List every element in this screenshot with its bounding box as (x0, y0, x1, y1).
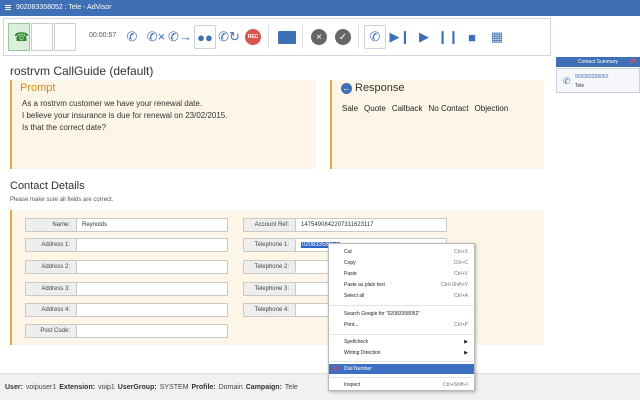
contact-summary-header: Contact Summary 📌 (556, 57, 640, 67)
phone-icon: ✆ (563, 76, 571, 86)
field-name: Name: Reynolds (25, 218, 228, 232)
menu-item-select-all[interactable]: Select all Ctrl+A (329, 291, 474, 301)
response-heading: ← Response (341, 82, 405, 94)
title-bar: 902083358052 : Tele - AdVisor (0, 0, 640, 16)
hangup-icon[interactable]: ✆× (145, 25, 167, 49)
field-account-ref: Account Ref: 14754908422073116231​17 (243, 218, 447, 232)
call-toolbar: 00:00:57 ✆ ✆× ✆→ ●● ✆↻ REC × ✓ ✆ ▶❙ ▶ ❙❙… (3, 18, 551, 56)
play-icon[interactable]: ▶ (413, 25, 435, 49)
window-title: 902083358052 : Tele - AdVisor (15, 4, 112, 11)
menu-icon[interactable] (5, 4, 11, 11)
schedule-icon[interactable]: ✆ (364, 25, 386, 49)
submenu-arrow-icon: ▶ (464, 350, 468, 356)
response-options: Sale Quote Callback No Contact Objection (342, 104, 508, 113)
field-address-3: Address 3: (25, 282, 228, 296)
menu-item-dial-number[interactable]: V Dial Number (329, 364, 474, 374)
pin-icon[interactable]: 📌 (630, 59, 636, 65)
menu-item-cut[interactable]: Cut Ctrl+X (329, 247, 474, 257)
field-address-2: Address 2: (25, 260, 228, 274)
callback-icon[interactable]: ✆↻ (218, 25, 240, 49)
transfer-icon[interactable]: ✆→ (168, 25, 192, 49)
stop-icon[interactable]: ■ (461, 25, 483, 49)
summary-name: Tele (575, 83, 585, 89)
next-icon[interactable]: ▶❙ (389, 25, 411, 49)
line-2-indicator[interactable] (31, 23, 53, 51)
address-4-input[interactable] (77, 303, 228, 317)
check-icon[interactable]: ✓ (332, 25, 354, 49)
menu-item-search-google[interactable]: Search Google for “02083358052” (329, 309, 474, 319)
contact-details-subtitle: Please make sure all fields are correct. (10, 197, 114, 203)
line-1-indicator[interactable] (8, 23, 30, 51)
prompt-heading: Prompt (20, 82, 56, 94)
contact-details-title: Contact Details (10, 180, 85, 192)
pause-icon[interactable]: ❙❙ (437, 25, 459, 49)
address-3-input[interactable] (77, 282, 228, 296)
field-address-4: Address 4: (25, 303, 228, 317)
menu-item-copy[interactable]: Copy Ctrl+C (329, 258, 474, 268)
callguide-title: rostrvm CallGuide (default) (10, 64, 154, 78)
cancel-icon[interactable]: × (308, 25, 330, 49)
name-input[interactable]: Reynolds (77, 218, 228, 232)
field-post-code: Post Code: (25, 324, 228, 338)
record-icon[interactable]: REC (242, 25, 264, 49)
calendar-icon[interactable]: ▦ (486, 25, 508, 49)
prompt-panel: Prompt As a rostrvm customer we have you… (10, 80, 316, 169)
summary-number: 902083358052 (575, 74, 609, 80)
response-option-sale[interactable]: Sale (342, 104, 358, 113)
menu-item-spellcheck[interactable]: Spellcheck ▶ (329, 337, 474, 347)
line-3-indicator[interactable] (54, 23, 76, 51)
submenu-arrow-icon: ▶ (464, 339, 468, 345)
response-option-quote[interactable]: Quote (364, 104, 386, 113)
post-code-input[interactable] (77, 324, 228, 338)
response-option-no-contact[interactable]: No Contact (429, 104, 469, 113)
address-2-input[interactable] (77, 260, 228, 274)
response-option-callback[interactable]: Callback (392, 104, 423, 113)
dialer-extension-icon: V (333, 365, 338, 373)
address-1-input[interactable] (77, 238, 228, 252)
menu-item-paste[interactable]: Paste Ctrl+V (329, 269, 474, 279)
email-icon[interactable] (276, 25, 298, 49)
conference-icon[interactable]: ●● (194, 25, 216, 49)
dial-icon[interactable]: ✆ (121, 25, 143, 49)
field-address-1: Address 1: (25, 238, 228, 252)
context-menu: Cut Ctrl+X Copy Ctrl+C Paste Ctrl+V Past… (328, 243, 475, 391)
contact-summary-card[interactable]: ✆ 902083358052 Tele (556, 68, 640, 93)
account-ref-input[interactable]: 14754908422073116231​17 (296, 218, 447, 232)
menu-item-writing-direction[interactable]: Writing Direction ▶ (329, 348, 474, 358)
response-option-objection[interactable]: Objection (475, 104, 509, 113)
menu-item-inspect[interactable]: Inspect Ctrl+Shift+I (329, 380, 474, 390)
back-arrow-icon[interactable]: ← (341, 82, 352, 94)
menu-item-paste-plain[interactable]: Paste as plain text Ctrl+Shift+V (329, 280, 474, 290)
response-panel: ← Response Sale Quote Callback No Contac… (330, 80, 544, 169)
call-timer: 00:00:57 (89, 32, 117, 39)
menu-item-print[interactable]: Print... Ctrl+P (329, 320, 474, 330)
status-bar: User: voipuser1 Extension: voip1 UserGroup… (0, 373, 640, 400)
prompt-text: As a rostrvm customer we have your renew… (22, 99, 228, 132)
